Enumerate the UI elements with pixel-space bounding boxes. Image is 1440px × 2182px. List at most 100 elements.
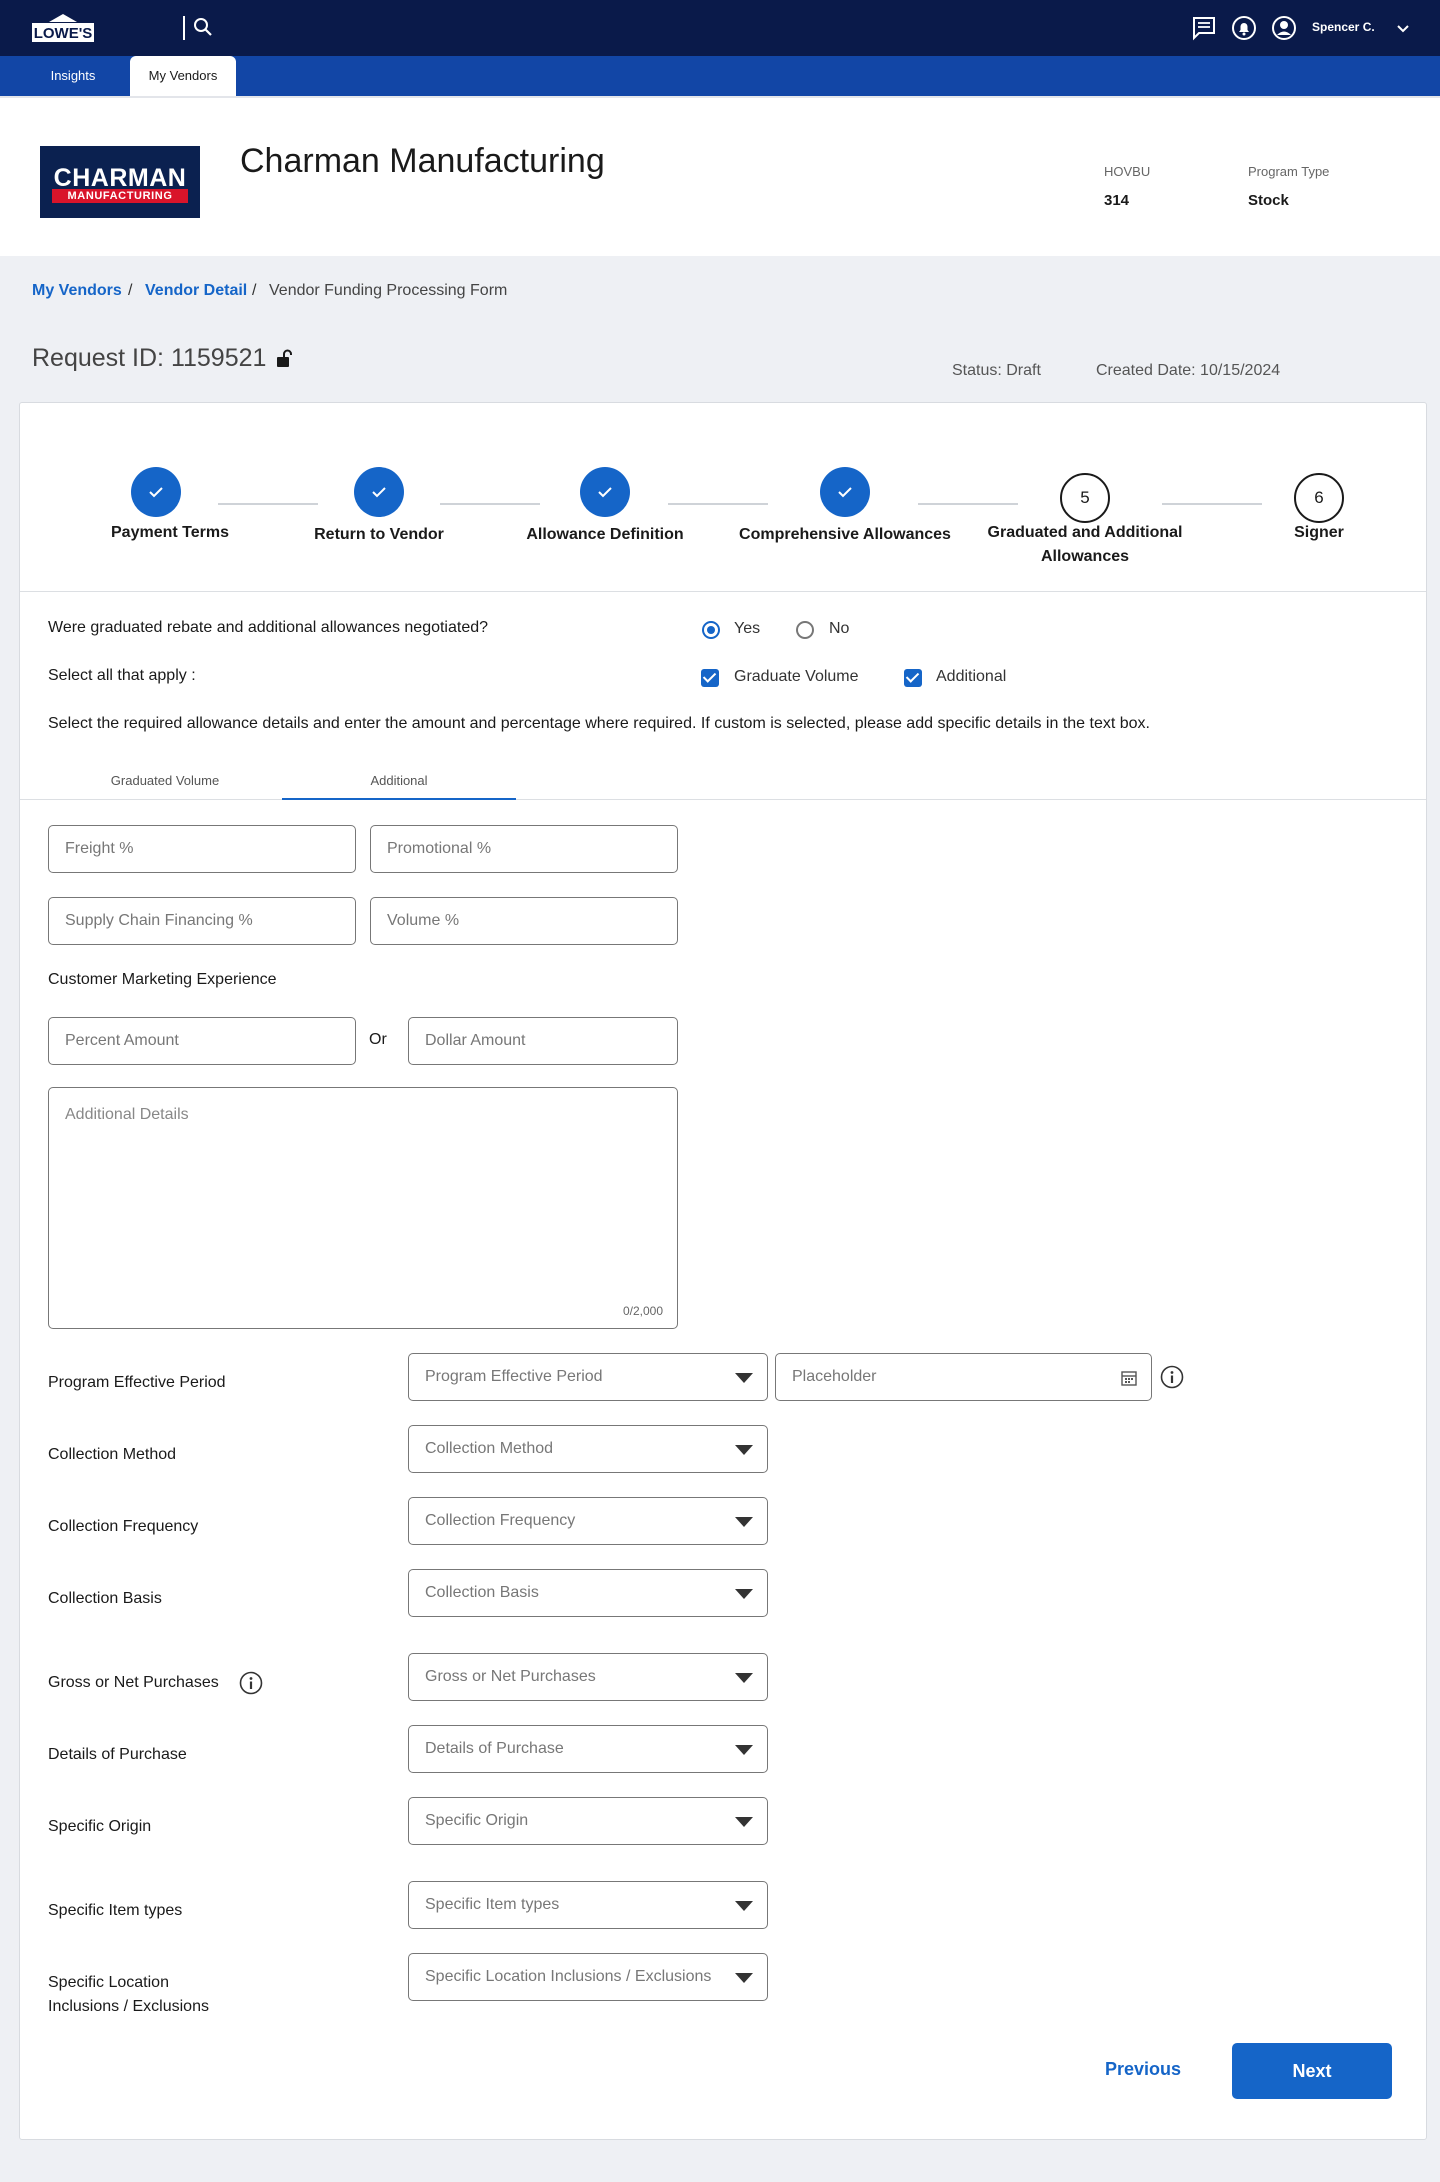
select-placeholder: Details of Purchase <box>425 1740 564 1757</box>
subtab-active-indicator <box>282 798 516 800</box>
collection-method-select[interactable]: Collection Method <box>408 1425 768 1473</box>
tab-my-vendors[interactable]: My Vendors <box>130 56 236 96</box>
graduate-volume-label[interactable]: Graduate Volume <box>734 668 859 686</box>
nav-bar: Insights My Vendors <box>0 56 1440 96</box>
volume-percent-input[interactable]: Volume % <box>370 897 678 945</box>
step-2-label: Return to Vendor <box>314 526 444 543</box>
subtab-graduated-volume[interactable]: Graduated Volume <box>48 773 282 788</box>
details-of-purchase-select[interactable]: Details of Purchase <box>408 1725 768 1773</box>
negotiated-question: Were graduated rebate and additional all… <box>48 619 489 636</box>
program-type-value: Stock <box>1248 192 1289 209</box>
next-button[interactable]: Next <box>1232 2043 1392 2099</box>
dollar-amount-input[interactable]: Dollar Amount <box>408 1017 678 1065</box>
lowes-logo[interactable]: LOWE'S <box>30 12 96 44</box>
check-icon <box>838 487 852 498</box>
yes-radio[interactable] <box>702 621 720 639</box>
breadcrumb-separator: / <box>252 282 257 299</box>
chat-icon[interactable] <box>1190 14 1218 42</box>
caret-down-icon <box>735 1589 753 1599</box>
step-5-label: Graduated and Additional Allowances <box>987 524 1183 565</box>
specific-item-types-select[interactable]: Specific Item types <box>408 1881 768 1929</box>
step-2-check[interactable] <box>354 467 404 517</box>
program-type-label: Program Type <box>1248 164 1330 179</box>
select-placeholder: Collection Basis <box>425 1584 539 1601</box>
collection-frequency-select[interactable]: Collection Frequency <box>408 1497 768 1545</box>
promotional-percent-input[interactable]: Promotional % <box>370 825 678 873</box>
step-5-number[interactable]: 5 <box>1060 473 1110 523</box>
gross-net-purchases-select[interactable]: Gross or Net Purchases <box>408 1653 768 1701</box>
collection-basis-select[interactable]: Collection Basis <box>408 1569 768 1617</box>
select-all-label: Select all that apply : <box>48 667 196 684</box>
subtab-additional[interactable]: Additional <box>282 773 516 788</box>
logo-text: LOWE'S <box>34 25 93 42</box>
step-connector <box>440 503 540 505</box>
select-placeholder: Collection Frequency <box>425 1512 576 1529</box>
user-avatar-icon[interactable] <box>1270 14 1298 42</box>
character-count: 0/2,000 <box>622 1304 663 1318</box>
step-4-check[interactable] <box>820 467 870 517</box>
collection-frequency-label: Collection Frequency <box>48 1518 199 1535</box>
step-6-label: Signer <box>1294 524 1344 541</box>
step-4-label: Comprehensive Allowances <box>739 526 951 543</box>
step-1-label: Payment Terms <box>111 524 229 541</box>
breadcrumb-my-vendors[interactable]: My Vendors <box>32 282 122 300</box>
previous-button[interactable]: Previous <box>1105 2059 1181 2080</box>
or-label: Or <box>369 1031 387 1048</box>
chevron-down-icon[interactable] <box>1394 20 1412 38</box>
created-date: Created Date: 10/15/2024 <box>1096 362 1281 379</box>
specific-location-select[interactable]: Specific Location Inclusions / Exclusion… <box>408 1953 768 2001</box>
select-placeholder: Collection Method <box>425 1440 554 1457</box>
user-name[interactable]: Spencer C. <box>1312 20 1375 34</box>
percent-amount-input[interactable]: Percent Amount <box>48 1017 356 1065</box>
additional-details-textarea[interactable]: Additional Details 0/2,000 <box>48 1087 678 1329</box>
select-placeholder: Gross or Net Purchases <box>425 1668 596 1685</box>
breadcrumb-vendor-detail[interactable]: Vendor Detail <box>145 282 247 300</box>
check-icon <box>372 487 386 498</box>
check-icon <box>598 487 612 498</box>
customer-marketing-label: Customer Marketing Experience <box>48 971 277 988</box>
vendor-logo-line2: MANUFACTURING <box>67 190 173 202</box>
date-input[interactable]: Placeholder <box>775 1353 1152 1401</box>
caret-down-icon <box>735 1445 753 1455</box>
tab-insights[interactable]: Insights <box>30 56 116 96</box>
select-placeholder: Program Effective Period <box>425 1368 603 1385</box>
select-placeholder: Specific Item types <box>425 1896 560 1913</box>
breadcrumb-current: Vendor Funding Processing Form <box>269 282 508 299</box>
caret-down-icon <box>735 1973 753 1983</box>
calendar-icon[interactable] <box>1120 1369 1138 1387</box>
collection-basis-label: Collection Basis <box>48 1590 162 1607</box>
top-bar: LOWE'S Spencer C. <box>0 0 1440 56</box>
subtab-divider <box>20 799 1426 800</box>
additional-checkbox[interactable] <box>904 669 922 687</box>
info-icon[interactable] <box>239 1671 263 1695</box>
yes-label[interactable]: Yes <box>734 620 760 638</box>
breadcrumb-separator: / <box>128 282 133 299</box>
step-6-number[interactable]: 6 <box>1294 473 1344 523</box>
info-icon[interactable] <box>1160 1365 1184 1389</box>
collection-method-label: Collection Method <box>48 1446 177 1463</box>
check-icon <box>149 487 163 498</box>
freight-percent-input[interactable]: Freight % <box>48 825 356 873</box>
no-radio[interactable] <box>796 621 814 639</box>
step-1-check[interactable] <box>131 467 181 517</box>
caret-down-icon <box>735 1817 753 1827</box>
status-text: Status: Draft <box>952 362 1041 379</box>
specific-location-label: Specific Location Inclusions / Exclusion… <box>48 1974 209 2015</box>
instructions-text: Select the required allowance details an… <box>48 715 1150 732</box>
vendor-header: CHARMAN MANUFACTURING Charman Manufactur… <box>0 96 1440 256</box>
supply-chain-financing-input[interactable]: Supply Chain Financing % <box>48 897 356 945</box>
additional-label[interactable]: Additional <box>936 668 1006 686</box>
select-placeholder: Specific Origin <box>425 1812 529 1829</box>
lock-icon[interactable] <box>275 348 293 368</box>
graduate-volume-checkbox[interactable] <box>701 669 719 687</box>
no-label[interactable]: No <box>829 620 849 638</box>
notification-bell-icon[interactable] <box>1230 14 1258 42</box>
specific-origin-select[interactable]: Specific Origin <box>408 1797 768 1845</box>
gross-net-purchases-label: Gross or Net Purchases <box>48 1674 219 1691</box>
search-icon[interactable] <box>192 16 214 38</box>
hovbu-value: 314 <box>1104 192 1130 209</box>
caret-down-icon <box>735 1373 753 1383</box>
program-effective-period-select[interactable]: Program Effective Period <box>408 1353 768 1401</box>
step-3-check[interactable] <box>580 467 630 517</box>
form-card: Payment Terms Return to Vendor Allowance… <box>19 402 1427 2140</box>
